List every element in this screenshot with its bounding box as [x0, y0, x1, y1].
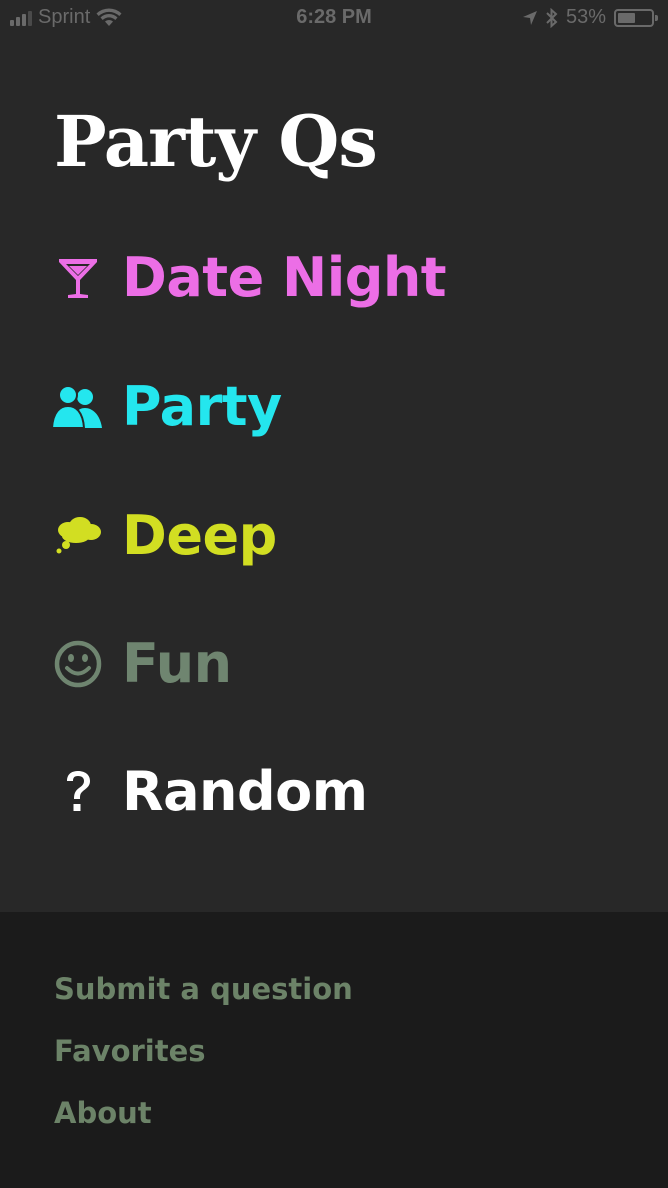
status-bar-right: 53% — [522, 6, 658, 29]
about-link[interactable]: About — [54, 1093, 152, 1133]
menu-item-label: Fun — [122, 632, 232, 695]
battery-nub — [655, 14, 658, 21]
battery-icon — [614, 8, 658, 27]
users-icon — [52, 381, 104, 433]
app-title: Party Qs — [54, 100, 378, 183]
smiley-icon — [52, 638, 104, 690]
battery-fill — [618, 12, 635, 23]
menu-item-deep[interactable]: Deep — [52, 496, 277, 576]
bluetooth-icon — [546, 7, 558, 28]
status-bar: Sprint 6:28 PM 53% — [0, 0, 668, 38]
menu-item-random[interactable]: Random — [52, 752, 368, 832]
cocktail-icon — [52, 252, 104, 304]
battery-percent: 53% — [565, 6, 606, 28]
footer: Submit a question Favorites About — [0, 912, 668, 1188]
favorites-link[interactable]: Favorites — [54, 1031, 206, 1071]
menu-item-label: Date Night — [122, 246, 447, 309]
menu-item-label: Deep — [122, 504, 277, 567]
app-screen: Sprint 6:28 PM 53% Party Qs Date Night P… — [0, 0, 668, 1188]
location-arrow-icon — [522, 10, 537, 25]
menu-item-fun[interactable]: Fun — [52, 624, 232, 704]
question-mark-icon — [52, 766, 104, 818]
menu-item-label: Random — [122, 760, 368, 823]
menu-item-label: Party — [122, 375, 282, 438]
menu-item-party[interactable]: Party — [52, 367, 282, 447]
submit-question-link[interactable]: Submit a question — [54, 969, 353, 1009]
thought-bubble-icon — [52, 510, 104, 562]
menu-item-date-night[interactable]: Date Night — [52, 238, 447, 318]
